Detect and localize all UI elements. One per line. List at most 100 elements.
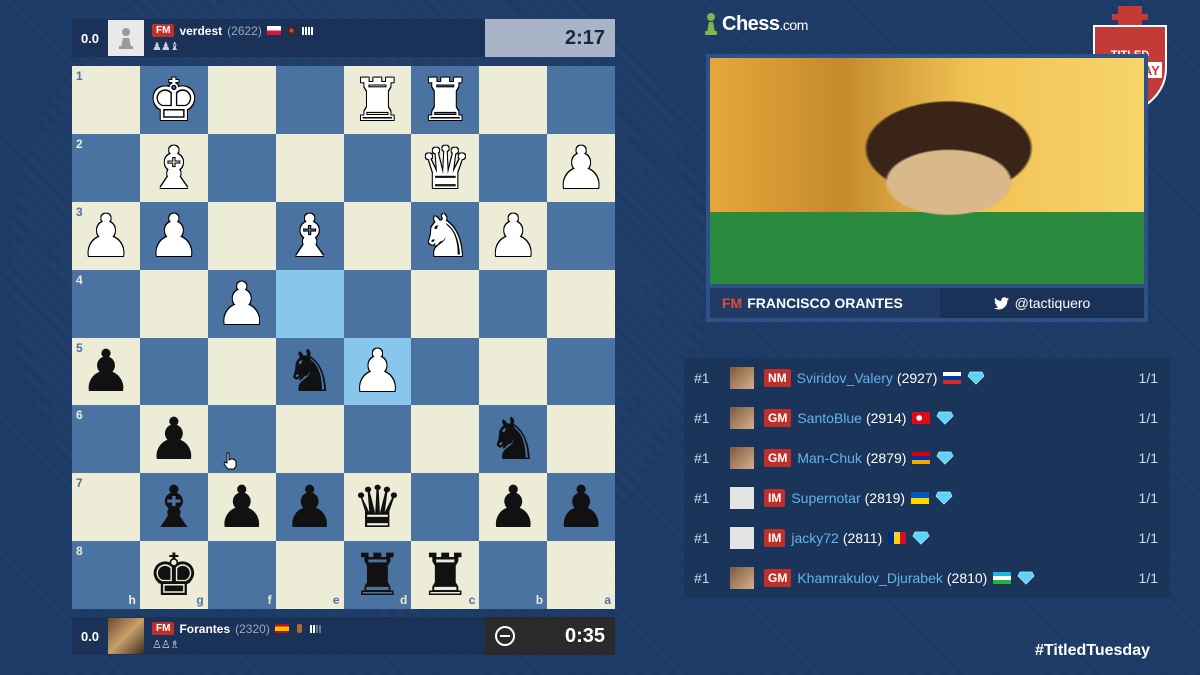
square-f4[interactable]: ♟ xyxy=(207,269,276,338)
square-a5[interactable] xyxy=(547,337,615,406)
square-c2[interactable]: ♛ xyxy=(411,133,480,202)
square-d8[interactable]: d ♜ xyxy=(343,541,412,609)
square-h6[interactable]: 6 xyxy=(72,405,140,474)
black-piece[interactable]: ♜ xyxy=(419,546,471,604)
leaderboard-player-name[interactable]: Man-Chuk xyxy=(797,450,862,466)
square-d6[interactable] xyxy=(343,405,412,474)
white-piece[interactable]: ♜ xyxy=(419,71,471,129)
square-c4[interactable] xyxy=(411,269,480,338)
square-c3[interactable]: ♞ xyxy=(411,201,480,270)
square-e8[interactable]: e xyxy=(275,541,344,609)
square-b8[interactable]: b xyxy=(479,541,548,609)
square-b3[interactable]: ♟ xyxy=(479,201,548,270)
square-d3[interactable] xyxy=(343,201,412,270)
leaderboard-player-name[interactable]: SantoBlue xyxy=(797,410,862,426)
black-piece[interactable]: ♟ xyxy=(216,478,268,536)
square-d1[interactable]: ♜ xyxy=(343,66,412,134)
square-a1[interactable] xyxy=(547,66,615,134)
white-piece[interactable]: ♜ xyxy=(351,71,403,129)
black-piece[interactable]: ♞ xyxy=(284,342,336,400)
square-g8[interactable]: g ♚ xyxy=(139,541,208,609)
square-g1[interactable]: ♚ xyxy=(139,66,208,134)
black-piece[interactable]: ♟ xyxy=(80,342,132,400)
square-b5[interactable] xyxy=(479,337,548,406)
leaderboard-row[interactable]: #1 NM Sviridov_Valery (2927) 1/1 xyxy=(684,358,1170,398)
square-d7[interactable]: ♛ xyxy=(343,473,412,542)
chess-board[interactable]: 1 ♚ ♜ ♜ 2 ♝ ♛ ♟ 3 ♟ ♟ ♝ ♞ ♟ 4 ♟ 5 ♟ ♞ ♟ 6 ♟ ♞ 7 ♝ ♟ ♟ ♛ ♟ ♟ 8 h g ♚ f e d ♜ c ♜… xyxy=(72,66,615,609)
white-piece[interactable]: ♚ xyxy=(148,71,200,129)
square-e7[interactable]: ♟ xyxy=(275,473,344,542)
white-piece[interactable]: ♟ xyxy=(555,139,607,197)
leaderboard-player-name[interactable]: Sviridov_Valery xyxy=(797,370,893,386)
square-f1[interactable] xyxy=(207,66,276,134)
square-a3[interactable] xyxy=(547,201,615,270)
square-b7[interactable]: ♟ xyxy=(479,473,548,542)
square-g5[interactable] xyxy=(139,337,208,406)
bottom-player-name[interactable]: Forantes xyxy=(179,622,230,636)
square-b1[interactable] xyxy=(479,66,548,134)
black-piece[interactable]: ♛ xyxy=(351,478,403,536)
black-piece[interactable]: ♟ xyxy=(487,478,539,536)
square-d5[interactable]: ♟ xyxy=(343,337,412,406)
square-d2[interactable] xyxy=(343,133,412,202)
square-h5[interactable]: 5 ♟ xyxy=(72,337,140,406)
white-piece[interactable]: ♛ xyxy=(419,139,471,197)
square-a4[interactable] xyxy=(547,269,615,338)
black-piece[interactable]: ♟ xyxy=(555,478,607,536)
square-g6[interactable]: ♟ xyxy=(139,405,208,474)
leaderboard-row[interactable]: #1 GM SantoBlue (2914) 1/1 xyxy=(684,398,1170,438)
streamer-twitter[interactable]: @tactiquero xyxy=(1015,295,1091,311)
leaderboard-row[interactable]: #1 GM Man-Chuk (2879) 1/1 xyxy=(684,438,1170,478)
black-piece[interactable]: ♞ xyxy=(487,410,539,468)
square-h3[interactable]: 3 ♟ xyxy=(72,201,140,270)
black-piece[interactable]: ♝ xyxy=(148,478,200,536)
top-player-name[interactable]: verdest xyxy=(179,24,222,38)
square-e5[interactable]: ♞ xyxy=(275,337,344,406)
square-c1[interactable]: ♜ xyxy=(411,66,480,134)
square-g4[interactable] xyxy=(139,269,208,338)
square-a6[interactable] xyxy=(547,405,615,474)
square-e3[interactable]: ♝ xyxy=(275,201,344,270)
black-piece[interactable]: ♟ xyxy=(284,478,336,536)
square-f2[interactable] xyxy=(207,133,276,202)
square-b2[interactable] xyxy=(479,133,548,202)
leaderboard-row[interactable]: #1 GM Khamrakulov_Djurabek (2810) 1/1 xyxy=(684,558,1170,598)
white-piece[interactable]: ♟ xyxy=(216,275,268,333)
square-f3[interactable] xyxy=(207,201,276,270)
square-h1[interactable]: 1 xyxy=(72,66,140,134)
square-f8[interactable]: f xyxy=(207,541,276,609)
square-h4[interactable]: 4 xyxy=(72,269,140,338)
square-h7[interactable]: 7 xyxy=(72,473,140,542)
leaderboard-player-name[interactable]: Supernotar xyxy=(791,490,860,506)
square-g2[interactable]: ♝ xyxy=(139,133,208,202)
black-piece[interactable]: ♚ xyxy=(148,546,200,604)
white-piece[interactable]: ♟ xyxy=(351,342,403,400)
white-piece[interactable]: ♟ xyxy=(148,207,200,265)
white-piece[interactable]: ♝ xyxy=(284,207,336,265)
leaderboard-row[interactable]: #1 IM Supernotar (2819) 1/1 xyxy=(684,478,1170,518)
square-f6[interactable] xyxy=(207,405,276,474)
square-b6[interactable]: ♞ xyxy=(479,405,548,474)
leaderboard-player-name[interactable]: Khamrakulov_Djurabek xyxy=(797,570,943,586)
square-d4[interactable] xyxy=(343,269,412,338)
square-g3[interactable]: ♟ xyxy=(139,201,208,270)
leaderboard-row[interactable]: #1 IM jacky72 (2811) 1/1 xyxy=(684,518,1170,558)
black-piece[interactable]: ♜ xyxy=(351,546,403,604)
square-h8[interactable]: 8h xyxy=(72,541,140,609)
square-e1[interactable] xyxy=(275,66,344,134)
square-e4[interactable] xyxy=(275,269,344,338)
square-c5[interactable] xyxy=(411,337,480,406)
white-piece[interactable]: ♟ xyxy=(487,207,539,265)
white-piece[interactable]: ♟ xyxy=(80,207,132,265)
square-e2[interactable] xyxy=(275,133,344,202)
square-c6[interactable] xyxy=(411,405,480,474)
black-piece[interactable]: ♟ xyxy=(148,410,200,468)
square-f7[interactable]: ♟ xyxy=(207,473,276,542)
leaderboard-player-name[interactable]: jacky72 xyxy=(791,530,838,546)
square-a8[interactable]: a xyxy=(547,541,615,609)
square-a7[interactable]: ♟ xyxy=(547,473,615,542)
square-a2[interactable]: ♟ xyxy=(547,133,615,202)
white-piece[interactable]: ♞ xyxy=(419,207,471,265)
square-e6[interactable] xyxy=(275,405,344,474)
square-h2[interactable]: 2 xyxy=(72,133,140,202)
